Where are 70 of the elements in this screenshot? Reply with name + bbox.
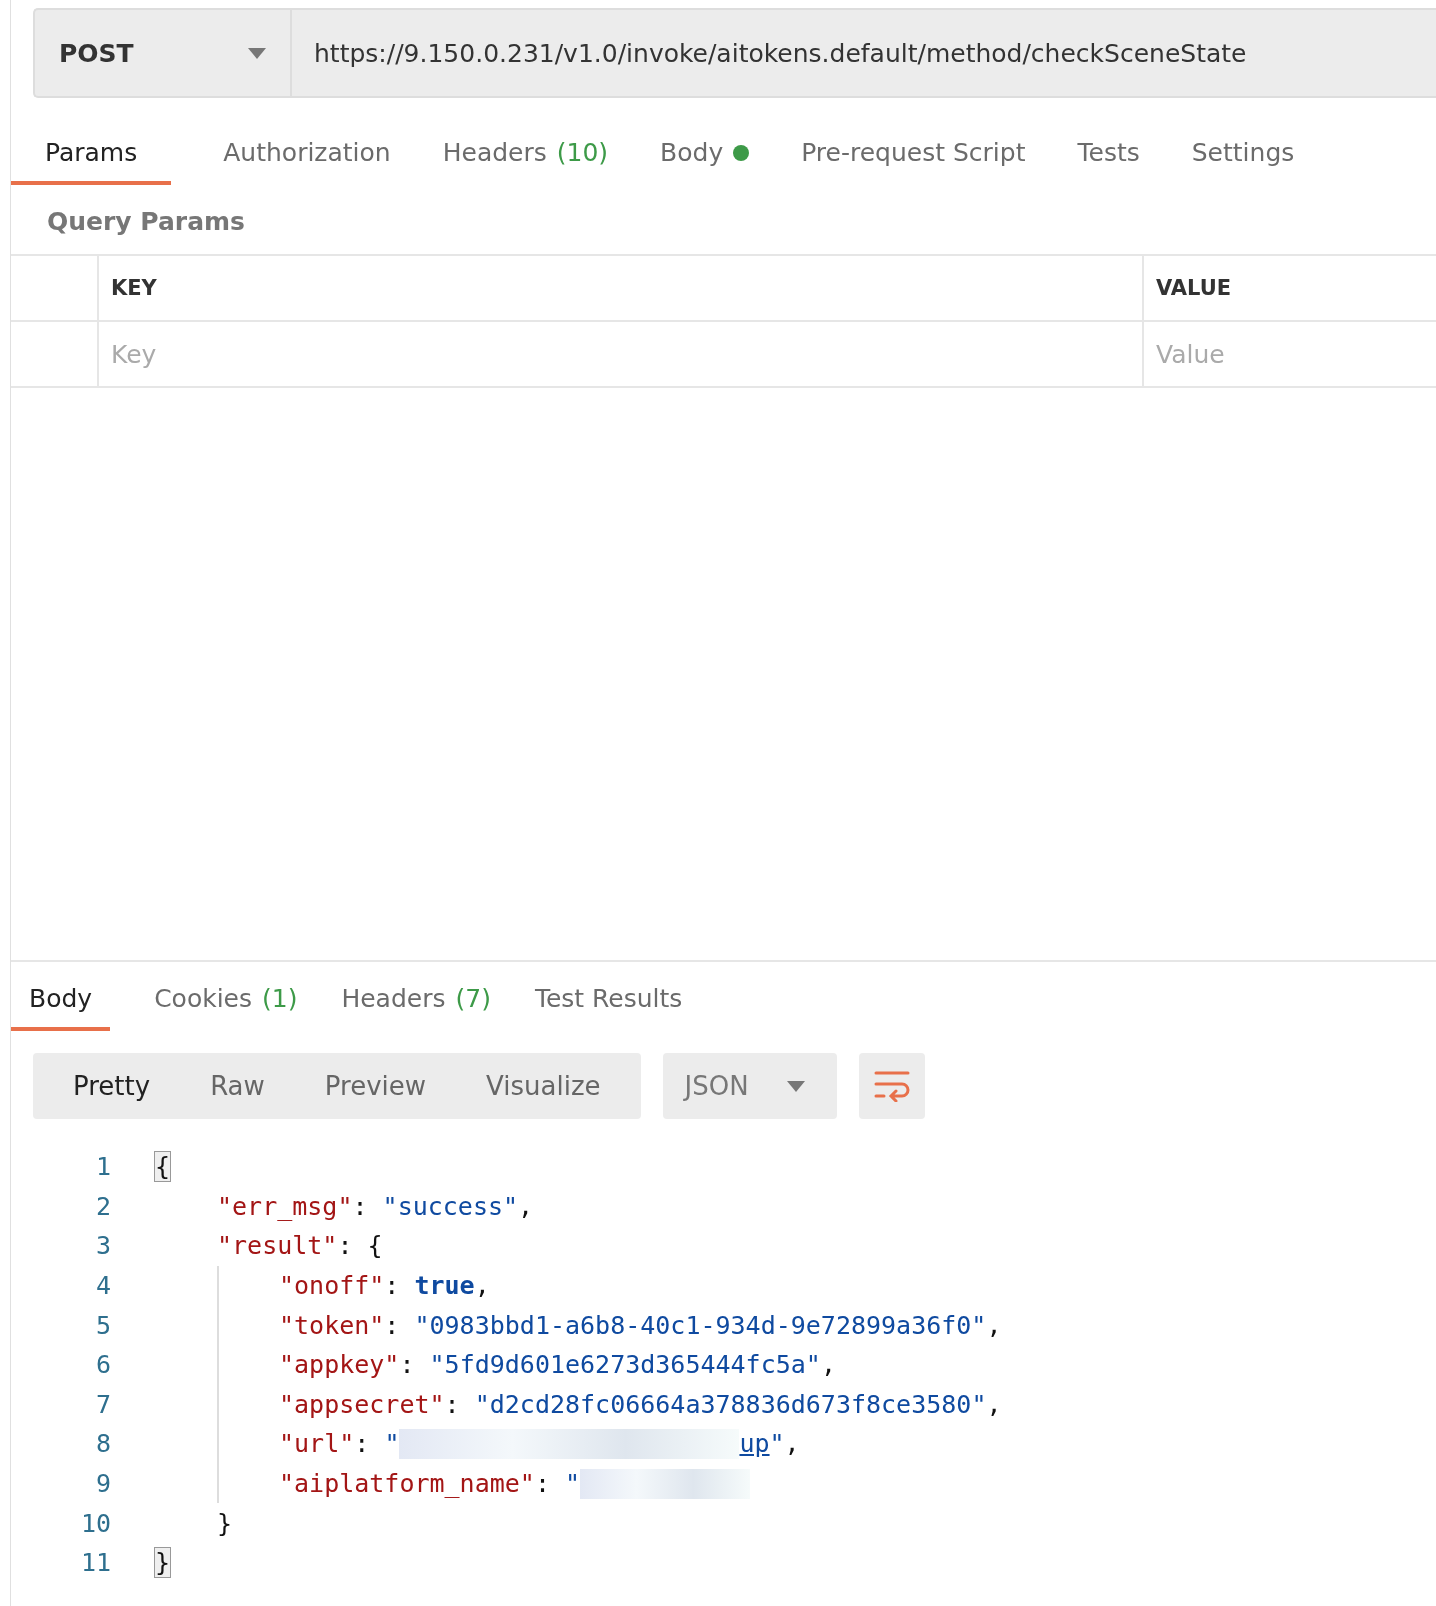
json-punctuation: , (820, 1350, 836, 1380)
request-tab[interactable]: Authorization (223, 114, 391, 185)
json-string: "5fd9d601e6273d365444fc5a" (429, 1350, 821, 1380)
json-string: "success" (382, 1191, 519, 1221)
count-label: (1) (262, 984, 298, 1013)
line-number: 2 (94, 1191, 111, 1221)
json-punctuation: : { (337, 1231, 383, 1261)
response-tab[interactable]: Headers (7) (341, 962, 491, 1031)
json-key: "aiplatform_name" (279, 1469, 535, 1499)
json-punctuation: : (352, 1191, 369, 1221)
json-punctuation: } (217, 1508, 233, 1538)
json-bracket: { (155, 1152, 171, 1182)
caret-icon (786, 1080, 805, 1092)
line-number: 5 (94, 1310, 111, 1340)
line-number: 1 (94, 1152, 111, 1182)
json-punctuation: : (534, 1469, 551, 1499)
json-punctuation: , (986, 1389, 1002, 1419)
view-mode-button[interactable]: Visualize (456, 1053, 631, 1119)
count-label: (10) (556, 138, 609, 167)
json-key: "url" (279, 1429, 355, 1459)
json-key: "err_msg" (217, 1191, 353, 1221)
response-tab[interactable]: Body (11, 962, 111, 1031)
view-mode-button[interactable]: Raw (180, 1053, 295, 1119)
line-number: 11 (79, 1548, 111, 1578)
line-number: 8 (94, 1429, 111, 1459)
json-punctuation: : (399, 1350, 416, 1380)
view-mode-button[interactable]: Pretty (43, 1053, 181, 1119)
wrap-lines-icon (873, 1070, 910, 1102)
request-tab[interactable]: Settings (1191, 114, 1295, 185)
request-tab[interactable]: Tests (1077, 114, 1140, 185)
section-title: Query Params (46, 206, 246, 238)
line-number: 7 (94, 1389, 111, 1419)
json-key: "onoff" (279, 1271, 385, 1301)
json-punctuation: : (354, 1429, 371, 1459)
json-string: "0983bbd1-a6b8-40c1-934d-9e72899a36f0" (414, 1310, 987, 1340)
json-string: "d2cd28fc06664a378836d673f8ce3580" (474, 1389, 987, 1419)
request-tab[interactable]: Pre-request Script (801, 114, 1026, 185)
json-key: "appsecret" (279, 1389, 445, 1419)
json-punctuation: : (444, 1389, 461, 1419)
count-label: (7) (455, 984, 491, 1013)
request-tab[interactable]: Params (11, 114, 172, 185)
format-dropdown[interactable]: JSON (662, 1053, 837, 1119)
line-number: 10 (79, 1508, 111, 1538)
json-punctuation: , (986, 1310, 1002, 1340)
json-string: " (384, 1429, 400, 1459)
request-tab[interactable]: Body (660, 114, 750, 185)
json-string: " (565, 1469, 581, 1499)
json-link[interactable]: up (739, 1429, 770, 1459)
column-header: VALUE (1144, 256, 1436, 322)
json-punctuation: , (784, 1429, 800, 1459)
line-number: 6 (94, 1350, 111, 1380)
column-header: KEY (99, 256, 1144, 322)
json-punctuation: : (384, 1271, 401, 1301)
json-punctuation: , (474, 1271, 490, 1301)
wrap-lines-button[interactable] (858, 1053, 925, 1119)
json-bracket: } (155, 1548, 171, 1578)
response-tab[interactable]: Cookies (1) (154, 962, 298, 1031)
response-tab[interactable]: Test Results (534, 962, 683, 1031)
request-tab[interactable]: Headers (10) (442, 114, 609, 185)
json-punctuation: : (384, 1310, 401, 1340)
line-number: 3 (94, 1231, 111, 1261)
line-number: 4 (94, 1271, 111, 1301)
json-punctuation: , (518, 1191, 534, 1221)
json-key: "result" (217, 1231, 338, 1261)
json-key: "appkey" (279, 1350, 400, 1380)
json-string: " (769, 1429, 785, 1459)
view-mode-button[interactable]: Preview (294, 1053, 457, 1119)
line-number: 9 (94, 1469, 111, 1499)
json-boolean: true (414, 1271, 475, 1301)
json-key: "token" (279, 1310, 385, 1340)
